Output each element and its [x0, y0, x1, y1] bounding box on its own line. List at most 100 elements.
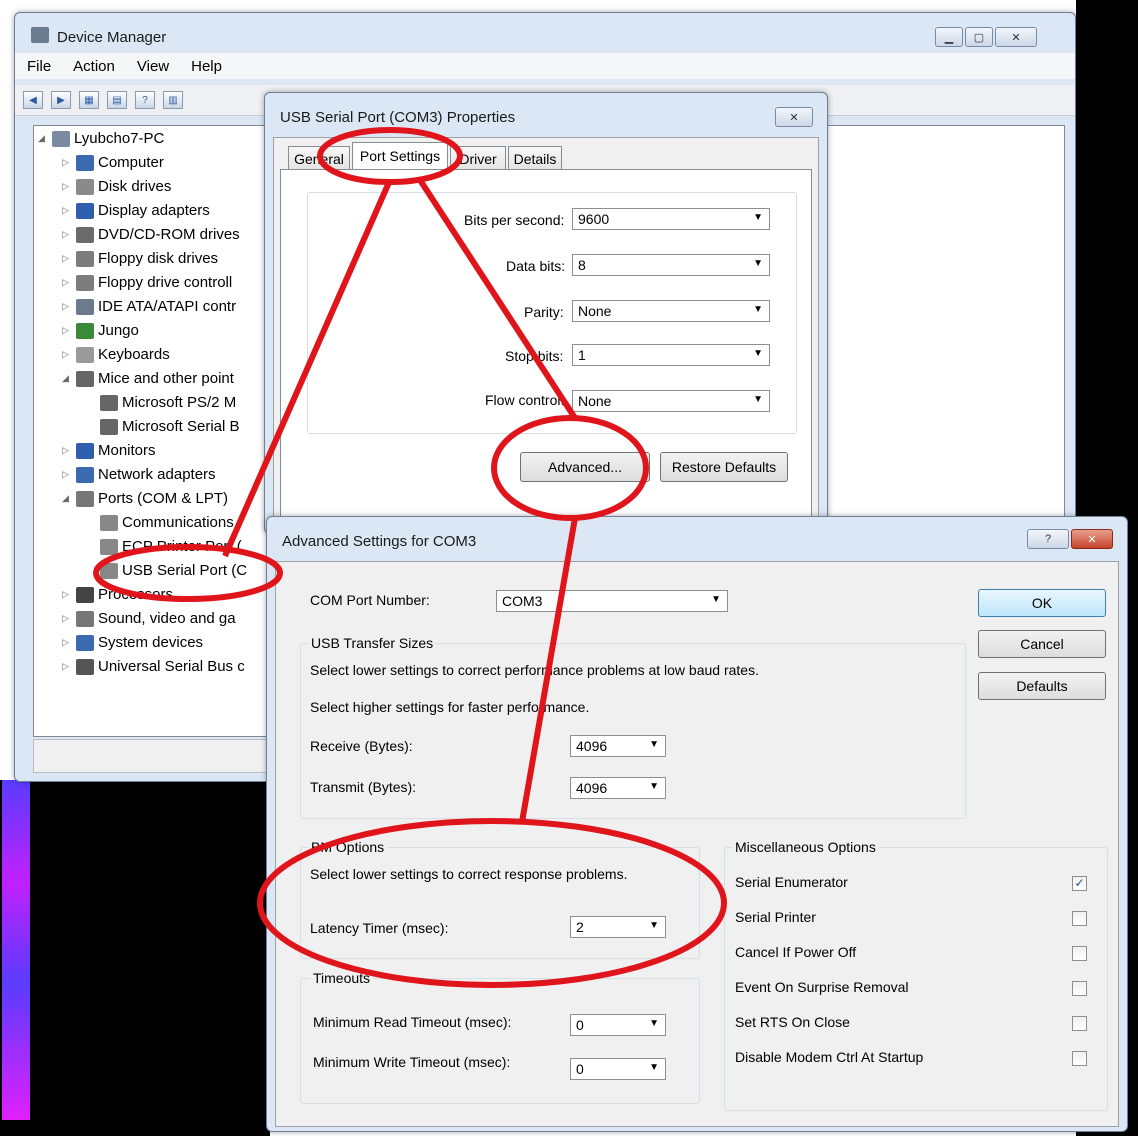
tree-item[interactable]: ▷ Floppy disk drives: [62, 250, 218, 267]
collapsed-arrow-icon[interactable]: ▷: [62, 253, 72, 264]
stop-bits-combo[interactable]: 1 ▼: [572, 344, 770, 366]
update-icon[interactable]: ▥: [163, 91, 183, 109]
advanced-close-button[interactable]: ✕: [1071, 529, 1113, 549]
help-icon[interactable]: ?: [135, 91, 155, 109]
tree-item[interactable]: Communications: [86, 514, 234, 531]
misc-option-label: Serial Printer: [735, 909, 816, 925]
tree-item[interactable]: ECP Printer Port (: [86, 538, 242, 555]
device-icon: [100, 538, 118, 555]
misc-option-checkbox[interactable]: [1072, 1016, 1087, 1031]
collapsed-arrow-icon[interactable]: ▷: [62, 325, 72, 336]
tab-general[interactable]: General: [288, 146, 350, 170]
tree-item[interactable]: ▷ Monitors: [62, 442, 156, 459]
tree-item-label: IDE ATA/ATAPI contr: [98, 298, 237, 315]
ok-button[interactable]: OK: [978, 589, 1106, 617]
tab-details[interactable]: Details: [508, 146, 562, 170]
collapsed-arrow-icon[interactable]: ▷: [62, 157, 72, 168]
collapsed-arrow-icon[interactable]: ▷: [62, 349, 72, 360]
collapsed-arrow-icon[interactable]: ▷: [62, 469, 72, 480]
tree-item[interactable]: ▷ Processors: [62, 586, 173, 603]
tree-item[interactable]: ▷ Keyboards: [62, 346, 170, 363]
tree-item[interactable]: ▷ Sound, video and ga: [62, 610, 236, 627]
tree-root[interactable]: ◢ Lyubcho7-PC: [38, 130, 164, 147]
restore-defaults-button[interactable]: Restore Defaults: [660, 452, 788, 482]
tree-item-label: Jungo: [98, 322, 139, 339]
tree-item[interactable]: ▷ Universal Serial Bus c: [62, 658, 245, 675]
misc-option-checkbox[interactable]: ✓: [1072, 876, 1087, 891]
collapsed-arrow-icon[interactable]: ▷: [62, 229, 72, 240]
tree-item[interactable]: ▷ DVD/CD-ROM drives: [62, 226, 240, 243]
tree-item-label: Processors: [98, 586, 174, 603]
chevron-down-icon: ▼: [649, 920, 659, 931]
help-button[interactable]: ?: [1027, 529, 1069, 549]
bits-per-second-combo[interactable]: 9600 ▼: [572, 208, 770, 230]
properties-icon[interactable]: ▤: [107, 91, 127, 109]
tree-item[interactable]: ▷ System devices: [62, 634, 203, 651]
tree-item[interactable]: ◢ Mice and other point: [62, 370, 234, 387]
tree-item[interactable]: ▷ Jungo: [62, 322, 139, 339]
view-icon[interactable]: ▦: [79, 91, 99, 109]
close-button[interactable]: ✕: [995, 27, 1037, 47]
menu-action[interactable]: Action: [73, 58, 115, 75]
flow-control-label: Flow control:: [485, 392, 565, 408]
tab-port-settings[interactable]: Port Settings: [352, 142, 448, 169]
misc-option-label: Disable Modem Ctrl At Startup: [735, 1049, 924, 1065]
read-timeout-combo[interactable]: 0 ▼: [570, 1014, 666, 1036]
menu-view[interactable]: View: [137, 58, 169, 75]
tree-item[interactable]: ▷ Disk drives: [62, 178, 171, 195]
tree-item[interactable]: ▷ IDE ATA/ATAPI contr: [62, 298, 236, 315]
misc-option-checkbox[interactable]: [1072, 1051, 1087, 1066]
misc-option-checkbox[interactable]: [1072, 981, 1087, 996]
menu-file[interactable]: File: [27, 58, 51, 75]
defaults-button[interactable]: Defaults: [978, 672, 1106, 700]
tree-item[interactable]: Microsoft PS/2 M: [86, 394, 236, 411]
transmit-combo[interactable]: 4096 ▼: [570, 777, 666, 799]
tab-driver[interactable]: Driver: [450, 146, 506, 170]
data-bits-combo[interactable]: 8 ▼: [572, 254, 770, 276]
forward-icon[interactable]: ▶: [51, 91, 71, 109]
tree-item[interactable]: ◢ Ports (COM & LPT): [62, 490, 228, 507]
cancel-button[interactable]: Cancel: [978, 630, 1106, 658]
advanced-button[interactable]: Advanced...: [520, 452, 650, 482]
properties-title: USB Serial Port (COM3) Properties: [280, 109, 516, 126]
tree-item-label: System devices: [98, 634, 204, 651]
expanded-arrow-icon[interactable]: ◢: [62, 373, 72, 384]
collapsed-arrow-icon[interactable]: ▷: [62, 181, 72, 192]
tree-item[interactable]: ▷ Floppy drive controll: [62, 274, 232, 291]
collapsed-arrow-icon[interactable]: ▷: [62, 205, 72, 216]
receive-combo[interactable]: 4096 ▼: [570, 735, 666, 757]
com-port-combo[interactable]: COM3 ▼: [496, 590, 728, 612]
tree-item[interactable]: Microsoft Serial B: [86, 418, 240, 435]
misc-option-label: Cancel If Power Off: [735, 944, 857, 960]
collapsed-arrow-icon[interactable]: ▷: [62, 445, 72, 456]
write-timeout-combo[interactable]: 0 ▼: [570, 1058, 666, 1080]
usb-transfer-title: USB Transfer Sizes: [308, 635, 437, 651]
collapsed-arrow-icon[interactable]: ▷: [62, 589, 72, 600]
properties-close-button[interactable]: ✕: [775, 107, 813, 127]
misc-option-checkbox[interactable]: [1072, 946, 1087, 961]
minimize-button[interactable]: ▁: [935, 27, 963, 47]
chevron-down-icon: ▼: [649, 1062, 659, 1073]
expanded-arrow-icon[interactable]: ◢: [62, 493, 72, 504]
collapsed-arrow-icon[interactable]: ▷: [62, 637, 72, 648]
collapsed-arrow-icon[interactable]: ▷: [62, 277, 72, 288]
menu-help[interactable]: Help: [191, 58, 222, 75]
tree-item-label: Computer: [98, 154, 164, 171]
usb-line2: Select higher settings for faster perfor…: [310, 699, 590, 715]
read-timeout-label: Minimum Read Timeout (msec):: [313, 1014, 512, 1030]
tree-item[interactable]: ▷ Network adapters: [62, 466, 216, 483]
collapsed-arrow-icon[interactable]: ▷: [62, 613, 72, 624]
tree-item[interactable]: USB Serial Port (C: [86, 562, 247, 579]
maximize-button[interactable]: ▢: [965, 27, 993, 47]
back-icon[interactable]: ◀: [23, 91, 43, 109]
misc-option-label: Set RTS On Close: [735, 1014, 850, 1030]
tree-item[interactable]: ▷ Display adapters: [62, 202, 210, 219]
latency-combo[interactable]: 2 ▼: [570, 916, 666, 938]
collapsed-arrow-icon[interactable]: ▷: [62, 661, 72, 672]
tree-item-label: ECP Printer Port (: [122, 538, 242, 555]
misc-option-checkbox[interactable]: [1072, 911, 1087, 926]
flow-control-combo[interactable]: None ▼: [572, 390, 770, 412]
parity-combo[interactable]: None ▼: [572, 300, 770, 322]
collapsed-arrow-icon[interactable]: ▷: [62, 301, 72, 312]
tree-item[interactable]: ▷ Computer: [62, 154, 164, 171]
